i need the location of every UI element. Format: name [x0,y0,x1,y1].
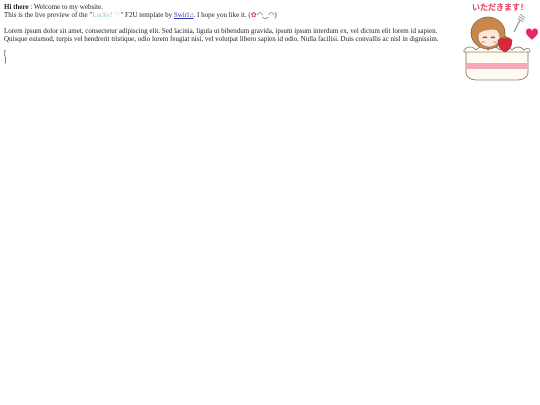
template-name: Lucky! ♡ [92,11,121,19]
open-bracket: [ [4,49,7,57]
cake-cream [463,46,531,53]
kaomoji: ✿◠‿◠ [251,11,275,19]
preview-end: ) [274,11,277,19]
left-blush [481,41,485,43]
banner-text: いただきます！ [472,2,528,12]
preview-middle: " F2U template by [120,11,174,19]
cake-stripe [466,63,528,69]
author-name: Swirl [173,11,190,19]
preview-line: This is the live preview of the "Lucky! … [4,11,456,20]
close-bracket: ] [4,56,7,64]
cake-girl-illustration: いただきます！ [462,0,538,84]
cake-girl-svg: いただきます！ [463,2,538,81]
greeting-bold: Hi there [4,3,29,11]
fork-handle [513,19,521,33]
greeting-text: : Welcome to my website. [28,3,103,11]
main-content: Hi there : Welcome to my website. This i… [4,3,456,64]
preview-suffix: . I hope you like it. ( [193,11,251,19]
greeting-line: Hi there : Welcome to my website. [4,3,456,11]
bracket-block: [ ] [4,50,456,64]
heart-icon [526,28,538,40]
right-blush [493,41,497,43]
kaomoji-face: ◠‿◠ [256,11,275,19]
preview-prefix: This is the live preview of the " [4,11,93,19]
body-paragraph: Lorem ipsum dolor sit amet, consectetur … [4,27,439,43]
author-link[interactable]: Swirl♫ [174,11,194,19]
page: Hi there : Welcome to my website. This i… [0,0,540,405]
